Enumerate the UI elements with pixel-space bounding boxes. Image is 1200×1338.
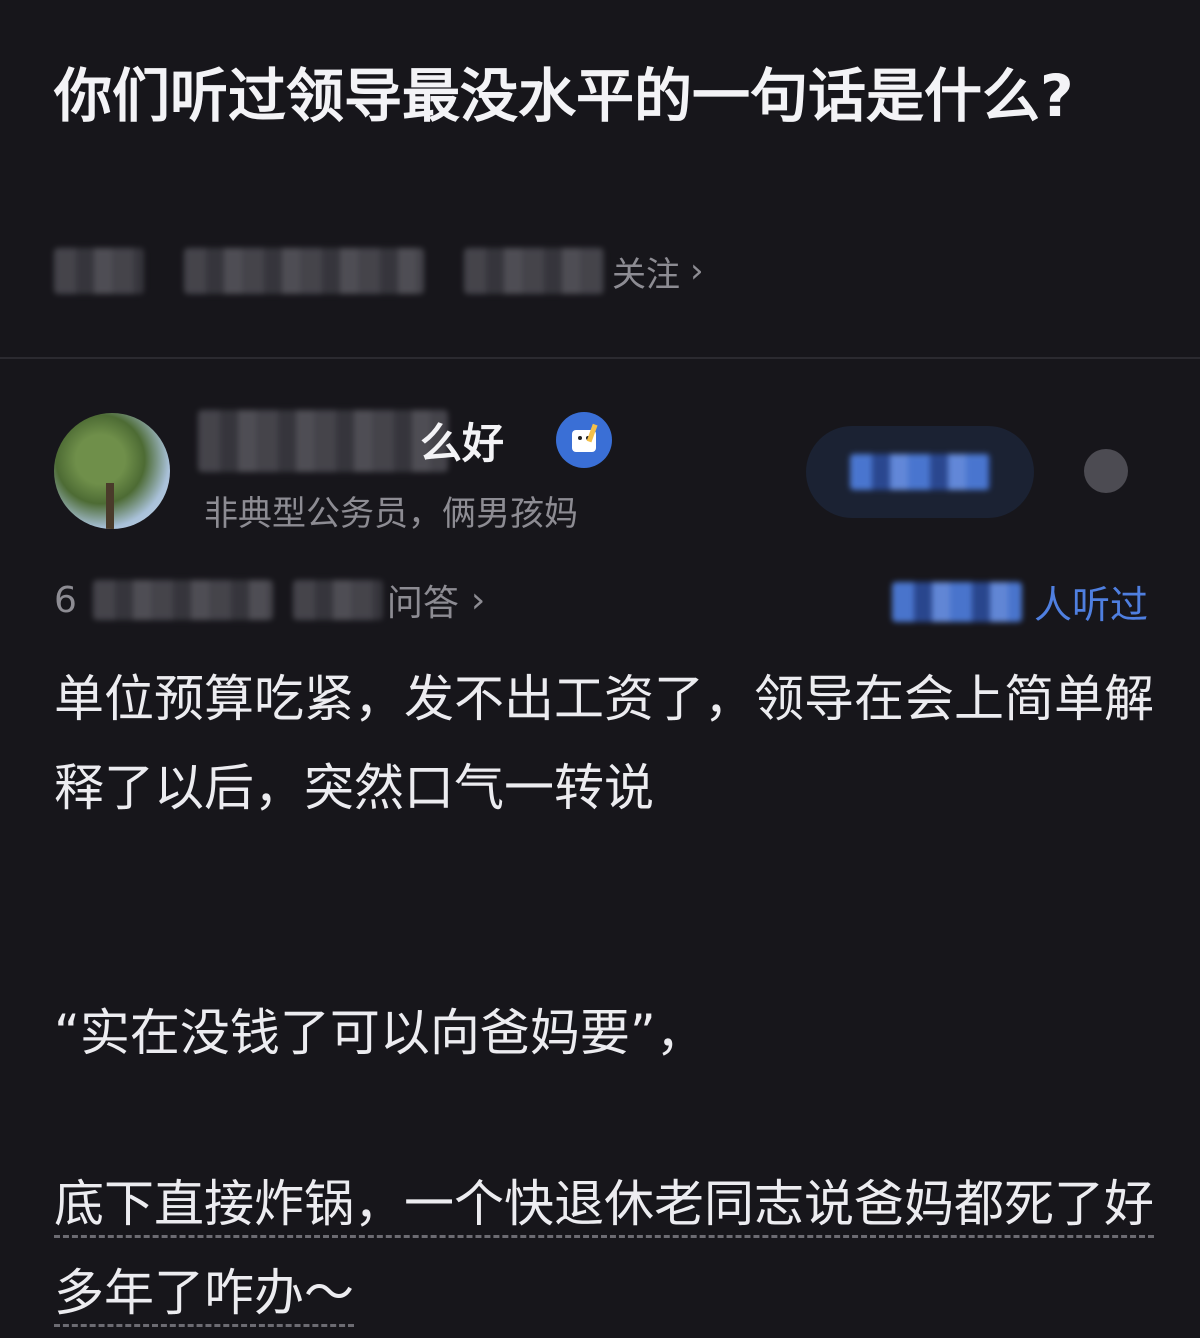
chevron-right-icon: › xyxy=(690,251,704,291)
blurred-meta-1 xyxy=(54,248,144,294)
answer-quote: “实在没钱了可以向爸妈要”， xyxy=(54,1004,706,1062)
follow-button[interactable] xyxy=(806,426,1034,518)
blurred-stats-1 xyxy=(92,580,273,620)
answers-label: 问答 xyxy=(386,583,459,624)
heard-label: 人听过 xyxy=(1033,583,1148,627)
answer-paragraph-3: 底下直接炸锅，一个快退休老同志说爸妈都死了好多年了咋办～ xyxy=(54,1160,1154,1338)
heard-count[interactable]: 人听过 xyxy=(891,574,1148,629)
blurred-meta-2 xyxy=(184,248,424,294)
question-title[interactable]: 你们听过领导最没水平的一句话是什么? xyxy=(54,50,1114,142)
blurred-heard-count xyxy=(891,581,1022,622)
stats-prefix: 6 xyxy=(54,579,77,621)
answer-body[interactable]: 单位预算吃紧，发不出工资了，领导在会上简单解释了以后，突然口气一转说 “实在没钱… xyxy=(54,655,1154,1338)
question-meta-row[interactable]: 关注 › xyxy=(54,242,704,300)
answer-paragraph-1: 单位预算吃紧，发不出工资了，领导在会上简单解释了以后，突然口气一转说 xyxy=(54,670,1154,817)
author-name[interactable]: 么好 xyxy=(420,410,504,471)
avatar[interactable] xyxy=(54,413,170,529)
blurred-author-name xyxy=(198,410,448,472)
blurred-meta-3 xyxy=(464,248,604,294)
writer-badge-icon xyxy=(556,412,612,468)
follow-count-label: 关注 xyxy=(612,254,680,295)
avatar-tree-shape xyxy=(106,483,114,529)
blurred-stats-2 xyxy=(292,580,383,620)
underlined-text[interactable]: 底下直接炸锅，一个快退休老同志说爸妈都死了好多年了咋办～ xyxy=(54,1175,1154,1322)
chevron-right-icon: › xyxy=(470,579,486,621)
more-icon[interactable] xyxy=(1060,440,1152,502)
author-subtitle: 非典型公务员，俩男孩妈 xyxy=(204,494,578,534)
answer-stats[interactable]: 6 问答 › xyxy=(54,574,485,626)
blurred-follow-label xyxy=(850,454,990,490)
section-divider xyxy=(0,357,1200,359)
